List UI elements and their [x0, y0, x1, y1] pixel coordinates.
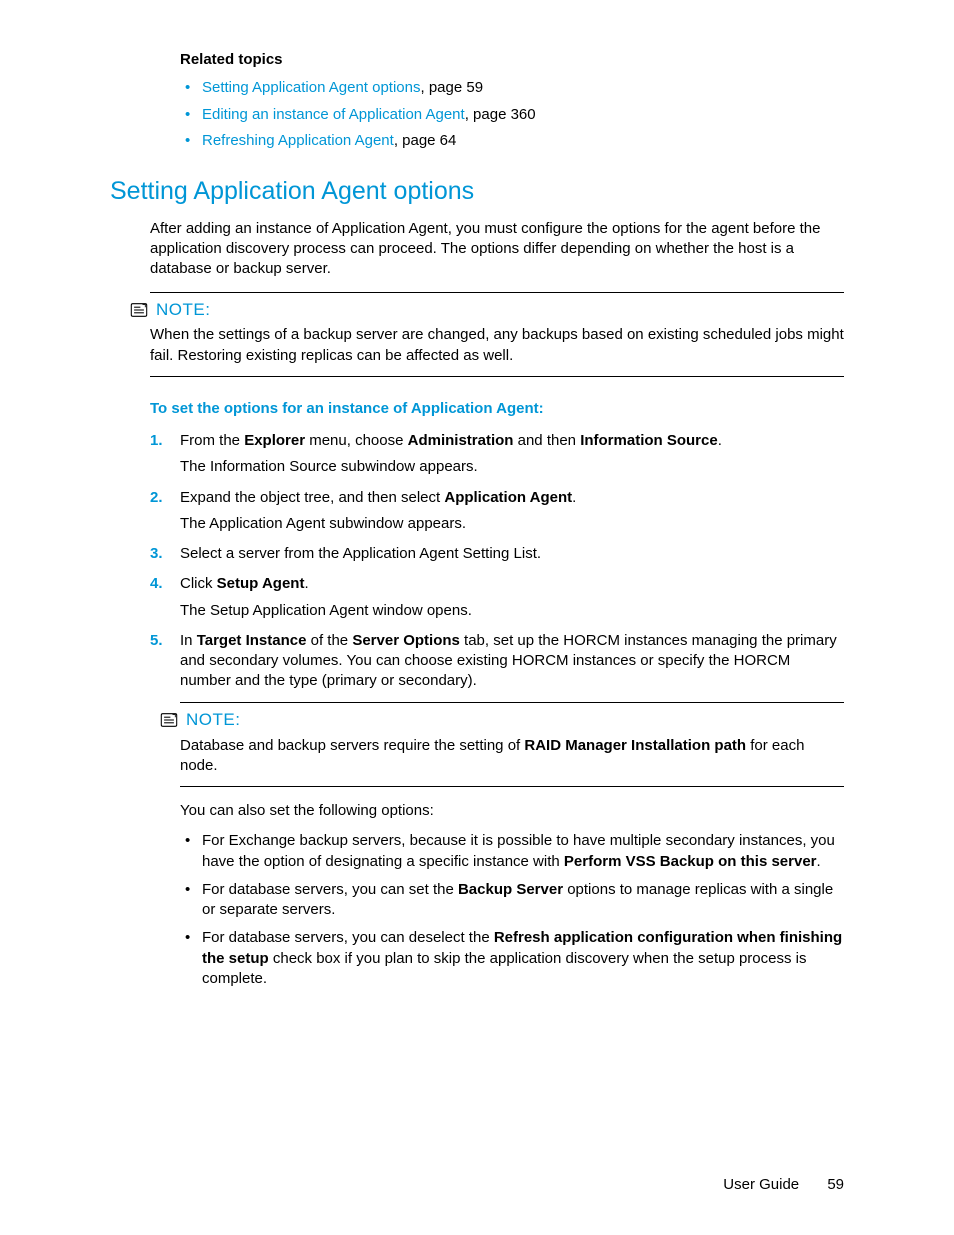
note-header: NOTE:: [160, 709, 844, 732]
step-item: Expand the object tree, and then select …: [150, 488, 844, 535]
related-link[interactable]: Refreshing Application Agent: [202, 132, 394, 149]
continuation-text: You can also set the following options:: [180, 801, 844, 821]
option-bold: Perform VSS Backup on this server: [564, 853, 817, 870]
step-text-part: Click: [180, 575, 217, 592]
step-bold: Setup Agent: [217, 575, 305, 592]
step-text-part: .: [572, 489, 576, 506]
related-link-suffix: , page 59: [421, 79, 484, 96]
option-bold: Backup Server: [458, 881, 563, 898]
step-bold: Server Options: [352, 632, 460, 649]
document-page: Related topics Setting Application Agent…: [0, 0, 954, 1235]
note-body: Database and backup servers require the …: [180, 736, 844, 777]
note-bold: RAID Manager Installation path: [524, 737, 746, 754]
section-heading: Setting Application Agent options: [110, 175, 844, 209]
option-item: For database servers, you can deselect t…: [180, 928, 844, 989]
step-item: Select a server from the Application Age…: [150, 544, 844, 564]
step-text-part: .: [304, 575, 308, 592]
note-text-part: Database and backup servers require the …: [180, 737, 524, 754]
related-link[interactable]: Editing an instance of Application Agent: [202, 106, 465, 123]
option-text-part: check box if you plan to skip the applic…: [202, 950, 806, 987]
note-label: NOTE:: [186, 709, 240, 732]
procedure-heading: To set the options for an instance of Ap…: [150, 399, 844, 419]
step-text-part: of the: [306, 632, 352, 649]
page-number: 59: [827, 1176, 844, 1193]
step-item: Click Setup Agent. The Setup Application…: [150, 574, 844, 621]
step-bold: Administration: [408, 432, 514, 449]
step-result: The Information Source subwindow appears…: [180, 457, 844, 477]
related-topics-heading: Related topics: [180, 50, 844, 70]
related-topics-list: Setting Application Agent options, page …: [180, 78, 844, 151]
step-bold: Target Instance: [197, 632, 307, 649]
note-body: When the settings of a backup server are…: [150, 325, 844, 366]
divider: [180, 702, 844, 703]
related-link-suffix: , page 360: [465, 106, 536, 123]
option-item: For Exchange backup servers, because it …: [180, 831, 844, 872]
page-footer: User Guide 59: [723, 1175, 844, 1195]
note-icon: [130, 303, 148, 317]
step-text-part: .: [718, 432, 722, 449]
intro-paragraph: After adding an instance of Application …: [150, 219, 844, 280]
options-list: For Exchange backup servers, because it …: [180, 831, 844, 989]
related-link-item: Editing an instance of Application Agent…: [180, 105, 844, 125]
divider: [150, 376, 844, 377]
related-link-item: Refreshing Application Agent, page 64: [180, 131, 844, 151]
option-text-part: For database servers, you can set the: [202, 881, 458, 898]
step-bold: Application Agent: [444, 489, 572, 506]
footer-label: User Guide: [723, 1176, 799, 1193]
note-icon: [160, 713, 178, 727]
step-text-part: and then: [513, 432, 580, 449]
related-link[interactable]: Setting Application Agent options: [202, 79, 421, 96]
step-item: From the Explorer menu, choose Administr…: [150, 431, 844, 478]
step-text-part: Expand the object tree, and then select: [180, 489, 444, 506]
step-result: The Application Agent subwindow appears.: [180, 514, 844, 534]
note-label: NOTE:: [156, 299, 210, 322]
note-header: NOTE:: [130, 299, 844, 322]
step-bold: Information Source: [580, 432, 718, 449]
step-item: In Target Instance of the Server Options…: [150, 631, 844, 692]
step-bold: Explorer: [244, 432, 305, 449]
step-result: The Setup Application Agent window opens…: [180, 601, 844, 621]
step-text-part: From the: [180, 432, 244, 449]
step-text-part: menu, choose: [305, 432, 408, 449]
divider: [180, 786, 844, 787]
related-link-suffix: , page 64: [394, 132, 457, 149]
procedure-steps: From the Explorer menu, choose Administr…: [150, 431, 844, 692]
option-text-part: For database servers, you can deselect t…: [202, 929, 494, 946]
step-text-part: In: [180, 632, 197, 649]
divider: [150, 292, 844, 293]
option-text-part: .: [817, 853, 821, 870]
related-link-item: Setting Application Agent options, page …: [180, 78, 844, 98]
step-text: Select a server from the Application Age…: [180, 545, 541, 562]
option-item: For database servers, you can set the Ba…: [180, 880, 844, 921]
